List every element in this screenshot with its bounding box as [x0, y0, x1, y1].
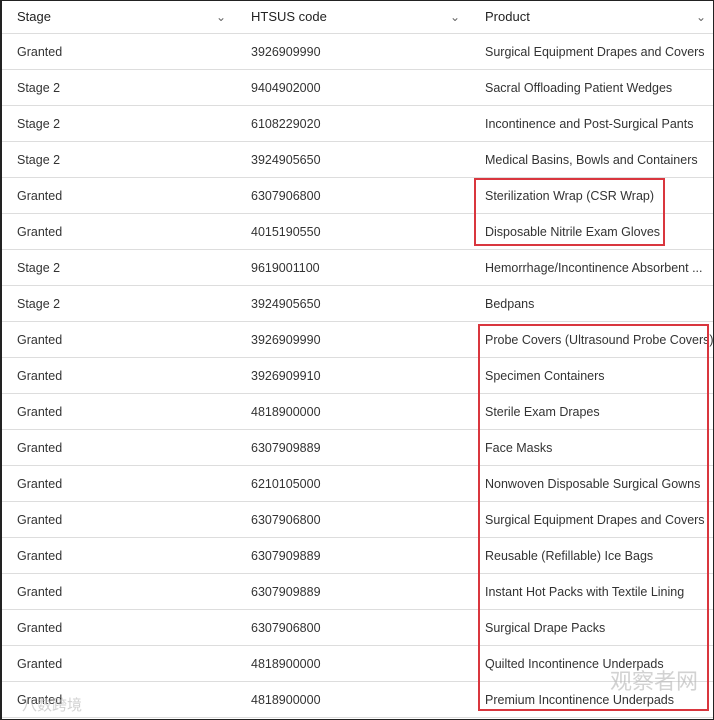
frame-border: [0, 0, 714, 720]
